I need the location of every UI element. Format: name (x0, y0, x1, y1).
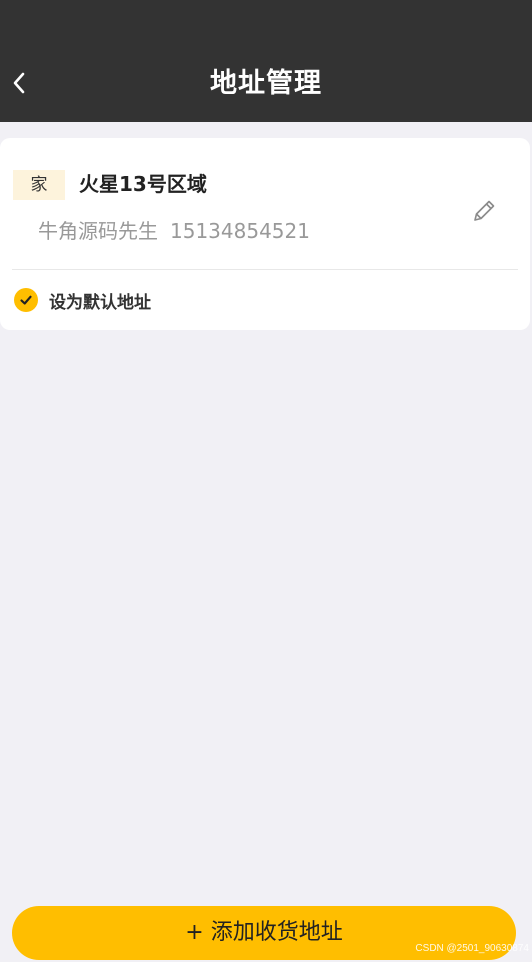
edit-address-button[interactable] (468, 195, 500, 227)
page-title: 地址管理 (210, 68, 322, 99)
default-label: 设为默认地址 (49, 292, 151, 313)
watermark: CSDN @2501_90630874 (415, 943, 529, 954)
address-card[interactable]: 家 火星13号区域 牛角源码先生 15134854521 设为默认地址 (0, 138, 530, 330)
check-circle-icon[interactable] (14, 288, 38, 312)
address-tag: 家 (13, 170, 65, 200)
card-divider (12, 269, 518, 270)
contact-info: 牛角源码先生 15134854521 (38, 215, 310, 247)
top-navbar: 地址管理 (0, 0, 532, 122)
contact-name: 牛角源码先生 (38, 219, 158, 243)
set-default-toggle[interactable]: 设为默认地址 (14, 286, 151, 314)
address-text: 火星13号区域 (79, 172, 207, 196)
pencil-icon (474, 200, 495, 221)
contact-phone: 15134854521 (170, 219, 310, 243)
